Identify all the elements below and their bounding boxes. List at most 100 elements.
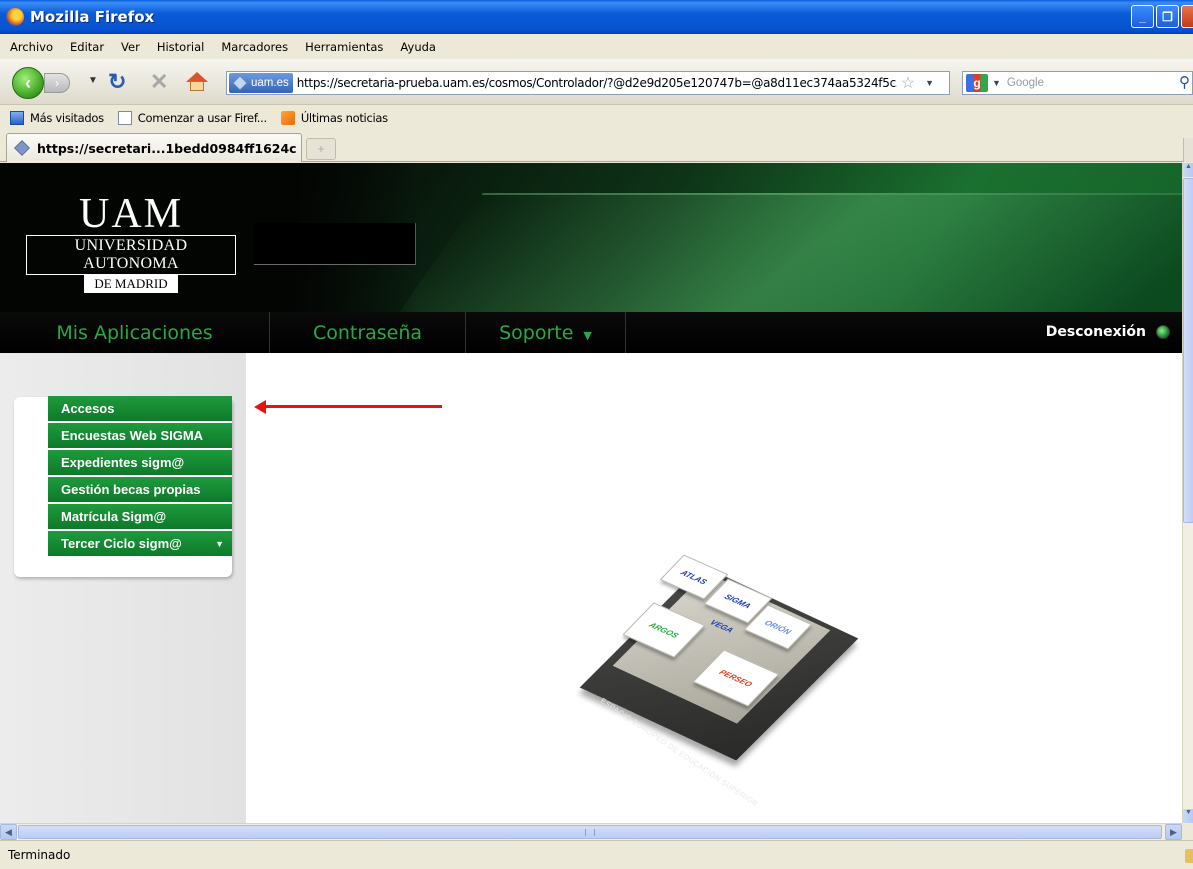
tab-list-button[interactable] — [1183, 138, 1193, 162]
scroll-down-icon[interactable]: ▼ — [1183, 809, 1193, 823]
logout-label: Desconexión — [1045, 324, 1146, 340]
menu-bar: Archivo Editar Ver Historial Marcadores … — [0, 34, 1193, 59]
window-controls: _ ❐ — [1131, 5, 1193, 28]
logo-university-text: UNIVERSIDAD AUTONOMA — [26, 235, 236, 275]
most-visited-icon — [10, 110, 24, 125]
bookmark-latest-news[interactable]: Últimas noticias — [280, 110, 388, 125]
power-icon — [1156, 325, 1170, 339]
url-dropdown-icon[interactable]: ▼ — [925, 78, 934, 88]
lock-icon[interactable] — [1185, 849, 1193, 863]
sidebar-item-tercer-ciclo[interactable]: Tercer Ciclo sigm@ ▼ — [48, 531, 232, 556]
scrollbar-corner — [1182, 823, 1193, 840]
sidebar: Accesos Encuestas Web SIGMA Expedientes … — [0, 353, 246, 823]
bookmark-label: Comenzar a usar Firef... — [137, 110, 267, 125]
annotation-arrow — [254, 400, 442, 414]
menu-marcadores[interactable]: Marcadores — [221, 40, 288, 54]
arrow-right-icon: › — [55, 76, 59, 90]
stop-icon[interactable]: ✕ — [150, 69, 168, 95]
nav-mis-aplicaciones[interactable]: Mis Aplicaciones — [0, 312, 270, 353]
header-placeholder-box — [254, 223, 416, 265]
bookmark-most-visited[interactable]: Más visitados — [10, 110, 104, 125]
sidebar-item-label: Tercer Ciclo sigm@ — [61, 536, 182, 551]
page-icon — [117, 110, 132, 125]
logo-uam-text: UAM — [78, 191, 183, 237]
nav-soporte[interactable]: Soporte ▼ — [466, 312, 626, 353]
search-input[interactable]: Google — [1007, 77, 1044, 89]
close-button[interactable] — [1181, 5, 1193, 28]
tab-bar: https://secretari...1bedd0984ff1624c + — [0, 130, 1193, 162]
address-bar[interactable]: uam.es https://secretaria-prueba.uam.es/… — [226, 71, 950, 95]
home-icon[interactable] — [186, 72, 208, 92]
menu-historial[interactable]: Historial — [157, 40, 205, 54]
bookmark-label: Últimas noticias — [300, 110, 388, 125]
minimize-button[interactable]: _ — [1131, 5, 1154, 28]
nav-label: Contraseña — [312, 321, 423, 344]
sidebar-item-label: Accesos — [61, 401, 115, 416]
menu-ayuda[interactable]: Ayuda — [400, 40, 436, 54]
sidebar-item-encuestas[interactable]: Encuestas Web SIGMA — [48, 423, 232, 448]
logo-city-text: DE MADRID — [84, 275, 178, 293]
sigma-platform-graphic: ATLAS SIGMA ORIÓN VEGA ARGOS PERSEO ESPA… — [579, 548, 859, 809]
search-icon[interactable]: ⚲ — [1179, 73, 1190, 91]
title-bar: Mozilla Firefox _ ❐ — [0, 0, 1193, 34]
menu-herramientas[interactable]: Herramientas — [305, 40, 383, 54]
arrow-left-icon: ‹ — [25, 72, 31, 93]
horizontal-scrollbar[interactable]: ◀ ▶ — [0, 823, 1182, 840]
top-navigation: Mis Aplicaciones Contraseña Soporte ▼ Des… — [0, 312, 1182, 353]
logout-link[interactable]: Desconexión — [1046, 324, 1170, 340]
nav-label: Soporte — [499, 321, 574, 344]
status-text: Terminado — [8, 848, 71, 862]
menu-editar[interactable]: Editar — [70, 40, 104, 54]
chevron-down-icon: ▼ — [583, 329, 592, 342]
search-bar[interactable]: g ▼ Google ⚲ — [962, 71, 1193, 95]
site-icon — [232, 75, 248, 91]
navigation-toolbar: ‹ › ▼ ↻ ✕ uam.es https://secretaria-prue… — [0, 59, 1193, 105]
history-dropdown-icon[interactable]: ▼ — [88, 75, 98, 86]
vertical-scroll-thumb[interactable] — [1183, 178, 1193, 523]
sidebar-item-label: Expedientes sigm@ — [61, 455, 185, 470]
forward-button[interactable]: › — [44, 73, 70, 93]
back-button[interactable]: ‹ — [12, 67, 44, 99]
scroll-right-icon[interactable]: ▶ — [1165, 824, 1182, 840]
firefox-icon — [6, 8, 24, 26]
tab-active[interactable]: https://secretari...1bedd0984ff1624c — [6, 133, 302, 162]
uam-logo[interactable]: UAM UNIVERSIDAD AUTONOMA DE MADRID — [26, 191, 236, 293]
nav-label: Mis Aplicaciones — [56, 321, 213, 344]
search-engine-dropdown-icon[interactable]: ▼ — [992, 78, 1001, 88]
status-bar: Terminado — [0, 840, 1193, 869]
sidebar-item-label: Encuestas Web SIGMA — [61, 428, 204, 443]
window-title: Mozilla Firefox — [30, 8, 155, 26]
sidebar-item-becas[interactable]: Gestión becas propias — [48, 477, 232, 502]
url-input[interactable]: https://secretaria-prueba.uam.es/cosmos/… — [297, 76, 897, 90]
sidebar-item-expedientes[interactable]: Expedientes sigm@ — [48, 450, 232, 475]
bookmark-label: Más visitados — [30, 110, 104, 125]
new-tab-button[interactable]: + — [306, 138, 336, 160]
tab-label: https://secretari...1bedd0984ff1624c — [37, 140, 297, 156]
vertical-scrollbar[interactable]: ▲ ▼ — [1182, 163, 1193, 823]
horizontal-scroll-thumb[interactable] — [18, 825, 1162, 839]
menu-archivo[interactable]: Archivo — [10, 40, 53, 54]
tab-favicon-icon — [14, 140, 30, 156]
sidebar-item-accesos[interactable]: Accesos — [48, 396, 232, 421]
bookmark-star-icon[interactable]: ☆ — [901, 73, 915, 93]
sidebar-item-label: Matrícula Sigm@ — [61, 509, 167, 524]
rss-icon — [280, 110, 295, 125]
chevron-down-icon: ▼ — [215, 539, 224, 549]
applications-menu: Accesos Encuestas Web SIGMA Expedientes … — [48, 396, 232, 558]
header-banner: UAM UNIVERSIDAD AUTONOMA DE MADRID — [0, 163, 1182, 312]
reload-icon[interactable]: ↻ — [108, 69, 126, 95]
maximize-button[interactable]: ❐ — [1156, 5, 1179, 28]
google-icon[interactable]: g — [966, 74, 988, 92]
site-identity-button[interactable]: uam.es — [229, 73, 293, 93]
nav-contrasena[interactable]: Contraseña — [270, 312, 466, 353]
sidebar-item-label: Gestión becas propias — [61, 482, 201, 497]
page-content: UAM UNIVERSIDAD AUTONOMA DE MADRID Mis A… — [0, 163, 1182, 823]
menu-ver[interactable]: Ver — [121, 40, 140, 54]
sidebar-item-matricula[interactable]: Matrícula Sigm@ — [48, 504, 232, 529]
firefox-window: Mozilla Firefox _ ❐ Archivo Editar Ver H… — [0, 0, 1193, 869]
site-identity-label: uam.es — [251, 77, 289, 89]
bookmark-getting-started[interactable]: Comenzar a usar Firef... — [117, 110, 267, 125]
scroll-up-icon[interactable]: ▲ — [1183, 163, 1193, 177]
scroll-left-icon[interactable]: ◀ — [0, 824, 17, 840]
bookmarks-toolbar: Más visitados Comenzar a usar Firef... Ú… — [0, 105, 1193, 130]
